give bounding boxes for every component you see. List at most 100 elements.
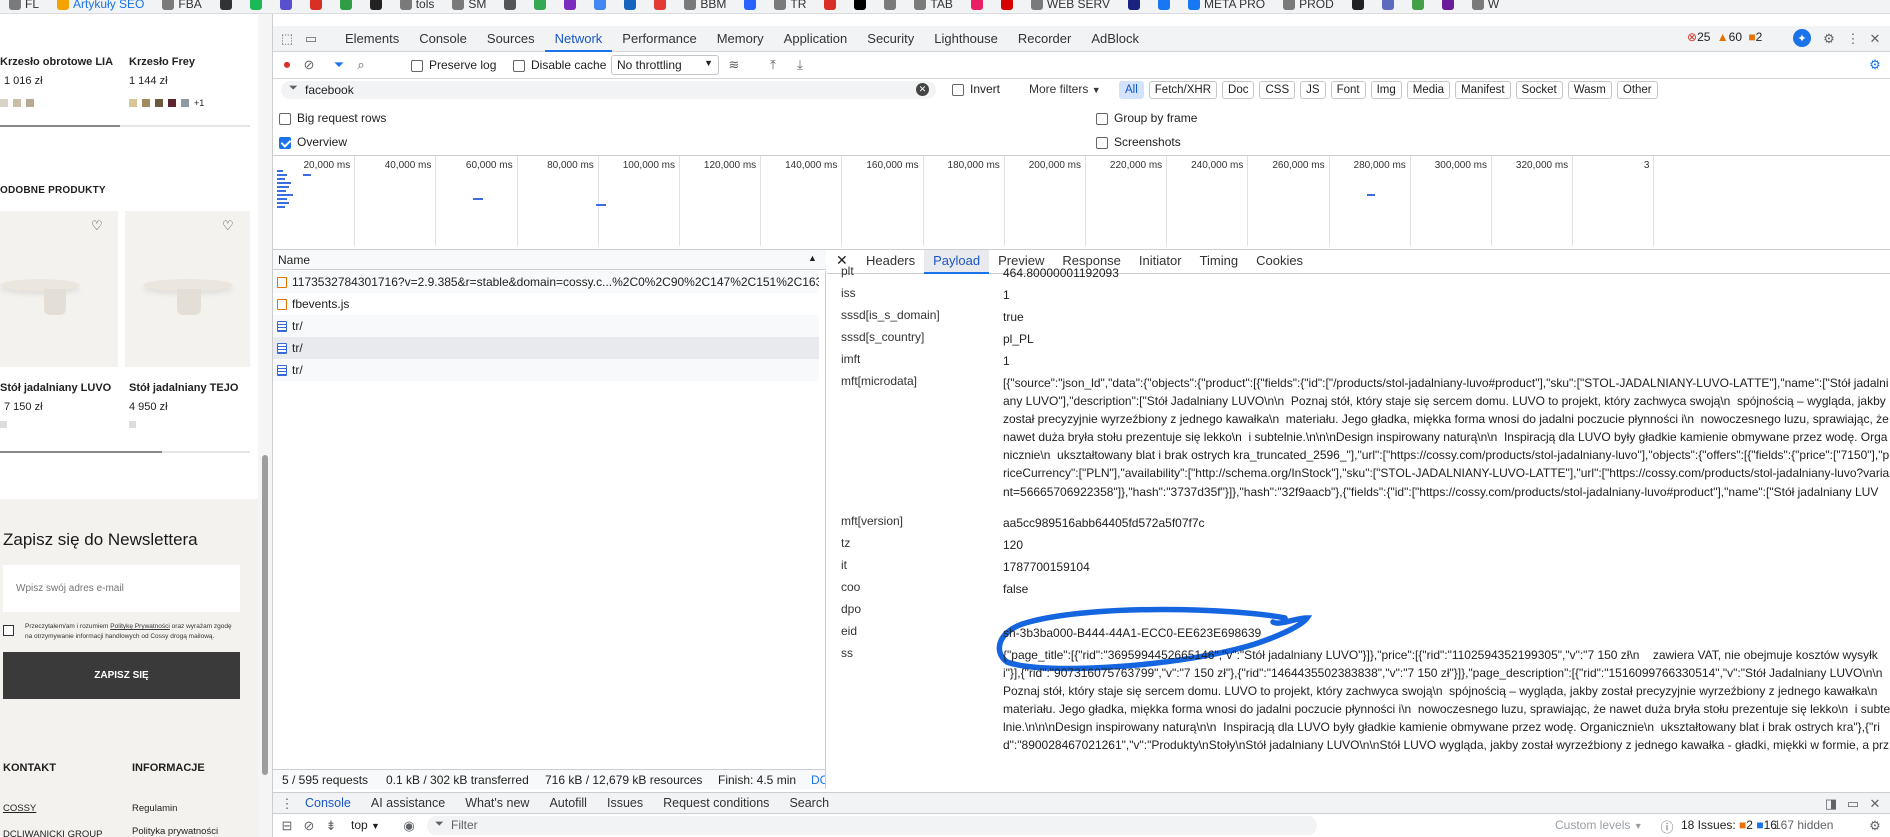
big-request-rows[interactable]: Big request rows (279, 111, 386, 125)
wishlist-heart-icon[interactable]: ♡ (91, 219, 105, 233)
bookmark-item[interactable] (1433, 0, 1463, 11)
type-filter-all[interactable]: All (1119, 81, 1144, 99)
overview-option[interactable]: Overview (279, 135, 347, 149)
search-icon[interactable]: ⌕ (351, 55, 371, 75)
settings-gear-icon[interactable]: ⚙ (1819, 29, 1839, 49)
bookmark-item[interactable] (361, 0, 391, 11)
bookmark-item[interactable] (645, 0, 675, 11)
type-filter-doc[interactable]: Doc (1222, 81, 1255, 99)
export-har-icon[interactable]: ⤓ (790, 55, 810, 75)
payload-value[interactable] (1003, 602, 1890, 620)
payload-value[interactable]: {"page_title":[{"rid":"3695994452665146"… (1003, 646, 1890, 755)
scroll-to-bottom-icon[interactable]: ⇟ (321, 816, 341, 836)
bookmark-item[interactable]: W (1463, 0, 1508, 11)
wishlist-heart-icon[interactable]: ♡ (222, 219, 236, 233)
product-card-image[interactable] (125, 211, 250, 367)
color-swatch[interactable] (26, 98, 34, 107)
carousel-progress[interactable] (0, 451, 162, 453)
bookmark-item[interactable] (1403, 0, 1433, 11)
detail-tab-headers[interactable]: Headers (857, 250, 924, 272)
bookmark-item[interactable] (525, 0, 555, 11)
drawer-tab-request-conditions[interactable]: Request conditions (653, 792, 779, 814)
bookmark-item[interactable] (1149, 0, 1179, 11)
bookmark-item[interactable] (585, 0, 615, 11)
payload-value[interactable]: 1 (1003, 352, 1890, 370)
throttling-select[interactable]: No throttling ▼ (611, 55, 719, 75)
bookmark-item[interactable] (301, 0, 331, 11)
tab-performance[interactable]: Performance (612, 28, 706, 50)
clear-filter-icon[interactable]: ✕ (916, 83, 929, 96)
payload-value[interactable]: pl_PL (1003, 330, 1890, 348)
tab-elements[interactable]: Elements (335, 28, 409, 50)
import-har-icon[interactable]: ⤒ (763, 55, 783, 75)
payload-value[interactable]: 120 (1003, 536, 1890, 554)
console-filter-input[interactable]: ⏷ Filter (427, 816, 1317, 835)
footer-link-terms[interactable]: Regulamin (132, 803, 177, 814)
log-levels-dropdown[interactable]: Custom levels ▼ (1555, 818, 1643, 832)
drawer-tab-search[interactable]: Search (779, 792, 839, 814)
payload-value[interactable]: aa5cc989516abb64405fd572a5f07f7c (1003, 514, 1890, 532)
footer-link-cossy[interactable]: COSSY (3, 803, 36, 814)
tab-memory[interactable]: Memory (707, 28, 774, 50)
more-filters-dropdown[interactable]: More filters ▼ (1029, 82, 1101, 96)
payload-value[interactable]: [{"source":"json_ld","data":{"objects":{… (1003, 374, 1890, 501)
network-conditions-icon[interactable]: ≋ (724, 55, 744, 75)
filter-input[interactable]: ⏷ facebook ✕ (281, 81, 936, 99)
tab-network[interactable]: Network (544, 28, 613, 52)
carousel-progress[interactable] (0, 125, 120, 127)
type-filter-other[interactable]: Other (1616, 81, 1658, 99)
overview-checkbox[interactable] (279, 136, 291, 149)
product-name[interactable]: Stół jadalniany LUVO (0, 382, 111, 394)
request-row[interactable]: tr/ (273, 315, 819, 337)
bookmark-item[interactable] (331, 0, 361, 11)
detail-tab-payload[interactable]: Payload (924, 250, 990, 274)
dock-side-icon[interactable]: ◨ (1821, 794, 1841, 814)
bookmark-item[interactable] (271, 0, 301, 11)
payload-value[interactable]: 1 (1003, 286, 1890, 304)
bookmark-item[interactable]: TAB (905, 0, 961, 11)
color-swatch[interactable] (168, 98, 176, 107)
device-toolbar-icon[interactable]: ▭ (301, 29, 321, 49)
bookmark-item[interactable]: FL (0, 0, 48, 11)
live-expression-eye-icon[interactable]: ◉ (399, 816, 419, 836)
drawer-tab-what-s-new[interactable]: What's new (455, 792, 539, 814)
footer-link-privacy[interactable]: Polityka prywatności (132, 826, 218, 837)
group-by-frame[interactable]: Group by frame (1096, 111, 1197, 125)
gemini-icon[interactable]: ✦ (1793, 29, 1811, 47)
payload-value[interactable]: true (1003, 308, 1890, 326)
subscribe-button[interactable]: ZAPISZ SIĘ (3, 652, 240, 699)
type-filter-manifest[interactable]: Manifest (1455, 81, 1511, 99)
inspect-element-icon[interactable]: ⬚ (277, 29, 297, 49)
request-row[interactable]: tr/ (273, 359, 819, 381)
tab-sources[interactable]: Sources (477, 28, 545, 50)
type-filter-img[interactable]: Img (1370, 81, 1402, 99)
type-filter-js[interactable]: JS (1300, 81, 1326, 99)
close-devtools-icon[interactable]: ✕ (1865, 29, 1885, 49)
sort-ascending-icon[interactable]: ▲ (808, 253, 817, 263)
record-icon[interactable]: ⏺ (277, 55, 297, 75)
close-drawer-icon[interactable]: ✕ (1865, 794, 1885, 814)
screenshots-option[interactable]: Screenshots (1096, 135, 1181, 149)
tab-recorder[interactable]: Recorder (1008, 28, 1081, 50)
type-filter-fetchxhr[interactable]: Fetch/XHR (1148, 81, 1218, 99)
bookmark-item[interactable] (1119, 0, 1149, 11)
bookmark-item[interactable]: META PRO (1179, 0, 1274, 11)
newsletter-email-input[interactable] (3, 565, 240, 612)
drawer-tab-ai-assistance[interactable]: AI assistance (361, 792, 455, 814)
bookmark-item[interactable]: SM (443, 0, 495, 11)
clear-icon[interactable]: ⊘ (299, 55, 319, 75)
product-name[interactable]: Krzesło Frey (129, 56, 195, 68)
drawer-menu-icon[interactable]: ⋮ (277, 794, 297, 814)
bookmark-item[interactable] (815, 0, 845, 11)
drawer-tab-issues[interactable]: Issues (597, 792, 653, 814)
payload-value[interactable]: sh-3b3ba000-B444-44A1-ECC0-EE623E698639 (1003, 624, 1890, 642)
bookmark-item[interactable]: WEB SERV (1022, 0, 1119, 11)
request-row[interactable]: fbevents.js (273, 293, 819, 315)
filter-funnel-icon[interactable]: ⏷ (329, 55, 349, 75)
devtools-counters[interactable]: ⊗25 ▲60 ■2 (1687, 30, 1762, 44)
request-row[interactable]: 1173532784301716?v=2.9.385&r=stable&doma… (273, 271, 819, 293)
screenshots-checkbox[interactable] (1096, 136, 1108, 149)
disable-cache-checkbox[interactable] (513, 59, 525, 72)
color-swatches[interactable] (0, 95, 39, 109)
disable-cache[interactable]: Disable cache (513, 58, 606, 72)
